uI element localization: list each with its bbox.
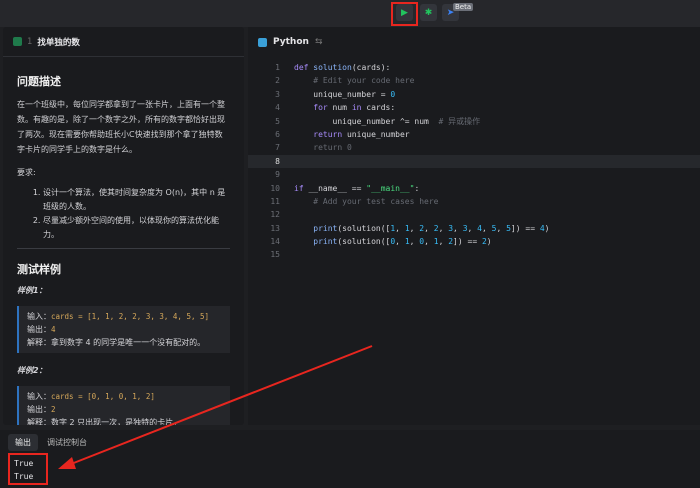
annotation-arrow <box>58 345 373 469</box>
